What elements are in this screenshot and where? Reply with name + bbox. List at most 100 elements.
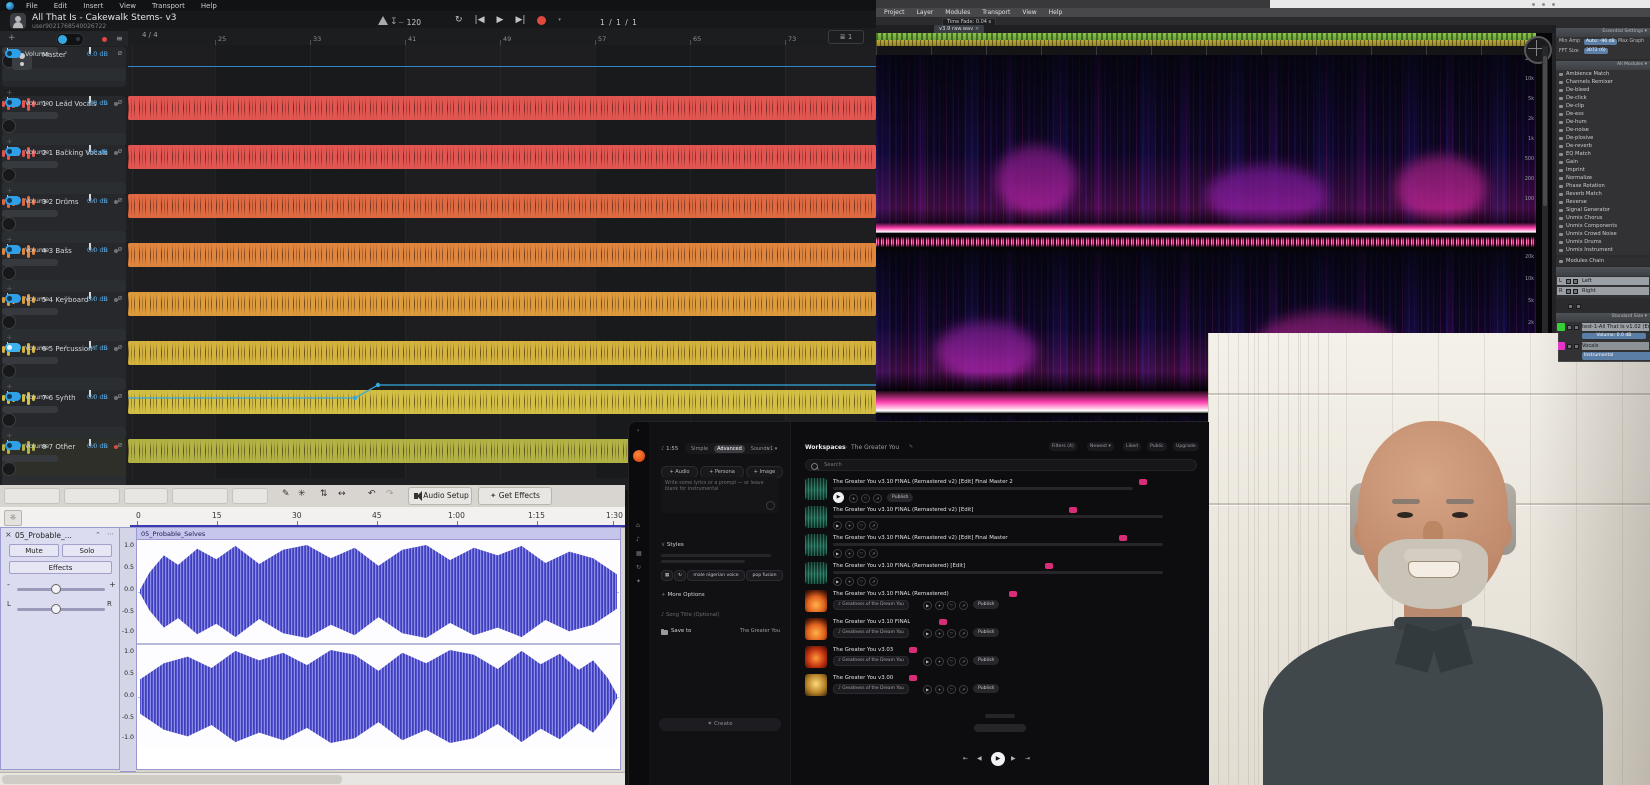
module-item[interactable]: Phase Rotation — [1556, 182, 1650, 190]
tempo-value[interactable]: ~ 120 — [398, 18, 421, 27]
volume-toggle[interactable] — [5, 98, 21, 107]
daw-menu-view[interactable]: View — [119, 2, 136, 10]
play-icon[interactable]: ▶ — [923, 629, 932, 638]
fit-tool-icon[interactable]: ↔ — [338, 489, 346, 499]
spectrogram-layer-1[interactable] — [876, 55, 1536, 233]
publish-button[interactable]: Publish — [973, 600, 999, 609]
public-filter-button[interactable]: Public — [1147, 442, 1167, 451]
layer-row-instrumental[interactable]: Instrumental — [1582, 352, 1650, 360]
draw-tool-icon[interactable]: ✎ — [282, 489, 290, 499]
module-item[interactable]: Imprint — [1556, 166, 1650, 174]
style-chip[interactable]: pop fusion — [746, 570, 783, 581]
breadcrumb-workspace-name[interactable]: The Greater You — [851, 444, 899, 451]
song-thumbnail[interactable] — [805, 590, 827, 612]
undo-icon[interactable]: ↶ — [368, 489, 376, 499]
volume-value[interactable]: 0.0 dB — [87, 99, 108, 107]
track-header[interactable]: 2 1 Backing Vocals M S Volume∨0.0 dBø — [2, 145, 126, 185]
publish-button[interactable]: Publish — [973, 656, 999, 665]
track-header[interactable]: 7 6 Synth M S Volume∨0.0 dBø — [2, 390, 126, 430]
fft-size-value[interactable]: 3072 (6) — [1584, 48, 1608, 54]
volume-param-caret[interactable]: ∨ — [64, 344, 68, 350]
volume-toggle[interactable] — [5, 196, 21, 205]
forward-icon[interactable]: ▶ — [1011, 755, 1016, 762]
module-item[interactable]: Unmix Chorus — [1556, 214, 1650, 222]
volume-param-caret[interactable]: ∨ — [64, 148, 68, 154]
synth-automation-curve[interactable] — [128, 377, 876, 403]
channel-row-left[interactable]: L Left — [1557, 277, 1649, 285]
song-row[interactable]: The Greater You v3.10 FINAL (Remastered … — [791, 506, 1209, 534]
rx-menu-help[interactable]: Help — [1049, 9, 1063, 16]
track-fader[interactable] — [2, 161, 58, 168]
collapse-rail-icon[interactable]: › — [637, 427, 639, 434]
rx-menu-modules[interactable]: Modules — [945, 9, 970, 16]
volume-value[interactable]: 0.0 dB — [87, 148, 108, 156]
module-item[interactable]: De-reverb — [1556, 142, 1650, 150]
waveform-overview-strip[interactable] — [876, 33, 1536, 40]
rx-menu-project[interactable]: Project — [884, 9, 905, 16]
waveform-area[interactable]: 05_Probable_Selves — [136, 527, 621, 770]
modules-panel-header[interactable]: ModulesAll Modules ▾ — [1556, 61, 1650, 70]
snap-setting[interactable]: ≣ 1 — [828, 30, 864, 44]
transport-buttons-disabled[interactable] — [64, 488, 120, 504]
metronome-icon[interactable] — [378, 16, 388, 25]
time-signature[interactable]: 4 / 4 — [142, 31, 158, 39]
loop-button[interactable]: ↻ — [455, 15, 463, 25]
music-icon[interactable]: ♪ — [636, 536, 640, 543]
like-icon[interactable]: ♡ — [947, 601, 956, 610]
automation-icon[interactable]: ø — [118, 49, 122, 57]
channels-panel-header[interactable]: Channels — [1556, 267, 1650, 276]
track-fader[interactable] — [2, 112, 58, 119]
pan-slider[interactable] — [17, 608, 105, 611]
redo-icon[interactable]: ↷ — [386, 489, 394, 499]
download-icon[interactable]: ↧ — [390, 17, 398, 27]
automation-icon[interactable]: ø — [118, 196, 122, 204]
persona-pill[interactable]: ♪ Greatness of the Dream You — [833, 684, 909, 694]
daw-menu-insert[interactable]: Insert — [83, 2, 103, 10]
track-pan-knob[interactable] — [2, 168, 16, 182]
module-item[interactable]: De-clip — [1556, 102, 1650, 110]
close-track-icon[interactable]: × — [5, 530, 12, 539]
waveform-channel-right[interactable] — [138, 646, 619, 747]
module-item[interactable]: Signal Generator — [1556, 206, 1650, 214]
song-thumbnail[interactable] — [805, 646, 827, 668]
track-pan-knob[interactable] — [2, 119, 16, 133]
daw-app-logo[interactable] — [6, 2, 14, 10]
module-item[interactable]: Ambience Match — [1556, 70, 1650, 78]
tool-buttons-disabled[interactable] — [232, 488, 268, 504]
track-pan-knob[interactable] — [2, 315, 16, 329]
song-thumbnail[interactable] — [805, 674, 827, 696]
mute-button[interactable]: Mute — [9, 544, 59, 557]
module-item[interactable]: Unmix Components — [1556, 222, 1650, 230]
add-icon[interactable]: + — [935, 657, 944, 666]
master-automation-line[interactable] — [128, 66, 876, 67]
layer-color-swatch[interactable] — [1557, 342, 1565, 350]
bar-ruler[interactable]: 4 / 4 25 33 41 49 57 65 73 ≣ 1 — [128, 28, 876, 46]
publish-button[interactable]: Publish — [887, 493, 913, 502]
breadcrumb-workspaces[interactable]: Workspaces — [805, 444, 846, 451]
waveform-overview-pink[interactable] — [876, 237, 1536, 247]
add-icon[interactable]: + — [845, 521, 854, 530]
like-icon[interactable]: ♡ — [857, 521, 866, 530]
play-icon[interactable]: ▶ — [833, 521, 842, 530]
add-track-button[interactable]: + — [8, 33, 16, 43]
effects-button[interactable]: Effects — [9, 561, 112, 574]
automation-icon[interactable]: ø — [118, 441, 122, 449]
arrangement-area[interactable] — [128, 45, 876, 478]
module-item[interactable]: De-hum — [1556, 118, 1650, 126]
sort-newest-button[interactable]: Newest ▾ — [1087, 442, 1114, 451]
layers-panel-header[interactable]: LayersStandard Size ▾ — [1556, 313, 1650, 322]
master-track-header[interactable]: Master Volume ∨ 0.0 dB ø — [2, 47, 126, 87]
track-pan-knob[interactable] — [2, 266, 16, 280]
layer-row-vocals[interactable]: Vocals — [1582, 342, 1649, 350]
style-chip[interactable]: male nigerian voice — [687, 570, 745, 581]
window-close-button[interactable] — [1552, 3, 1555, 6]
pan-slider-thumb[interactable] — [51, 604, 61, 614]
like-icon[interactable]: ♡ — [947, 629, 956, 638]
module-item[interactable]: Unmix Drums — [1556, 238, 1650, 246]
persona-pill[interactable]: ♪ Greatness of the Dream You — [833, 628, 909, 638]
like-icon[interactable]: ♡ — [857, 549, 866, 558]
song-row[interactable]: The Greater You v3.10 FINAL (Remastered … — [791, 534, 1209, 562]
layer-volume-bar[interactable]: Volume: 0.0 dB — [1582, 333, 1646, 339]
track-header[interactable]: 4 3 Bass M S Volume∨0.0 dBø — [2, 243, 126, 283]
channel-row-right[interactable]: R Right — [1557, 287, 1649, 295]
